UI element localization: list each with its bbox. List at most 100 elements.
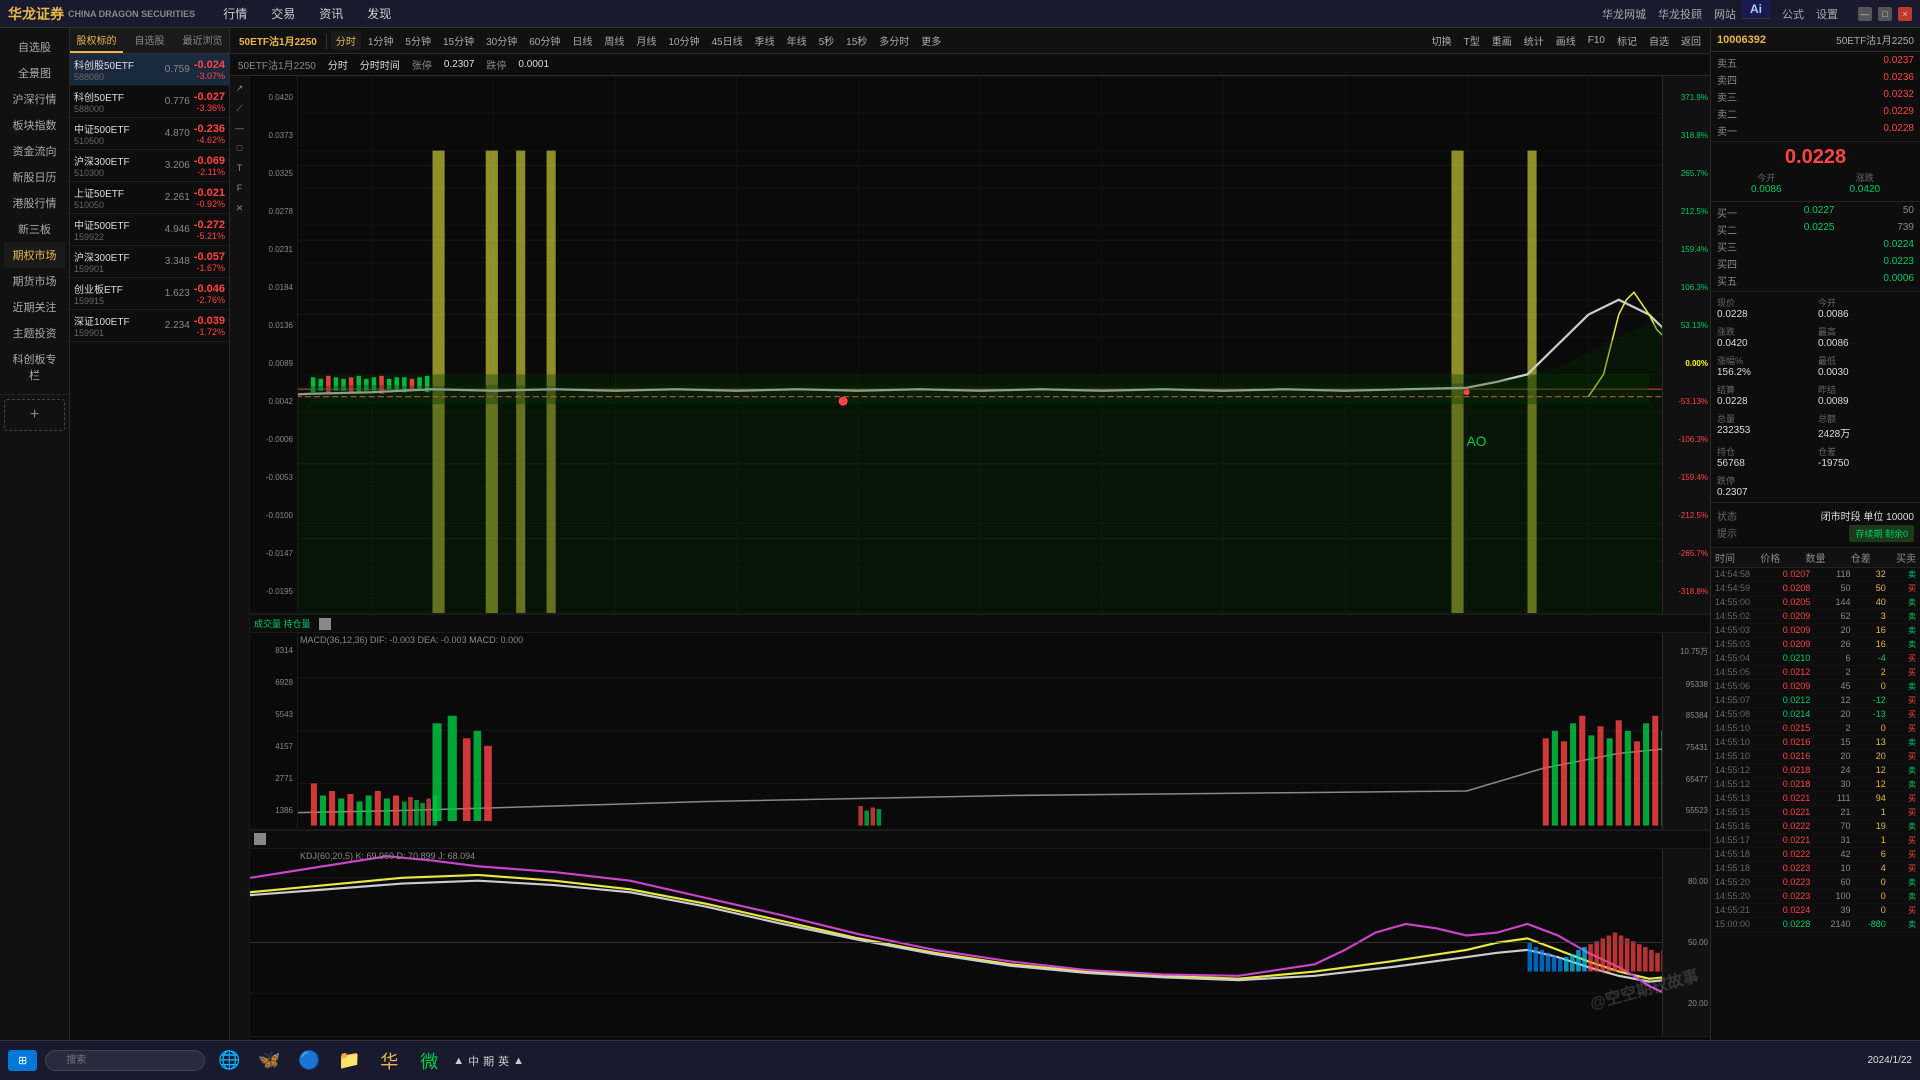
taskbar-app1[interactable]: 🦋 [253,1045,285,1077]
vol-label-green: 成交量 持仓量 [254,617,311,630]
draw-toolbar: ↗ ⟋ — □ T F ✕ [230,76,250,1056]
tb-f10[interactable]: F10 [1583,33,1610,48]
trade-row: 14:55:12 0.0218 24 12 卖 [1711,764,1920,778]
sidebar-add-button[interactable]: + [4,399,65,431]
app-logo: 华龙证券 CHINA DRAGON SECURITIES [8,4,195,24]
menu-website[interactable]: 网站 [1714,6,1736,22]
trade-row: 14:55:02 0.0209 62 3 卖 [1711,610,1920,624]
taskbar-wechat[interactable]: 微 [413,1045,445,1077]
ai-badge[interactable]: Ai [1742,0,1770,19]
stock-row-4[interactable]: 上证50ETF 510050 2.261 -0.021 -0.92% [70,182,229,214]
menu-item-discover[interactable]: 发现 [355,0,403,27]
sidebar-item-ipo[interactable]: 新股日历 [4,164,65,190]
tb-stats[interactable]: 统计 [1519,31,1549,50]
taskbar-edge[interactable]: 🔵 [293,1045,325,1077]
vol-close-btn[interactable]: × [319,618,331,630]
dt-rect[interactable]: □ [232,140,248,156]
tb-time-5s[interactable]: 5秒 [814,31,840,50]
taskbar-app2[interactable]: 华 [373,1045,405,1077]
buy-5-row: 买五 0.0006 [1711,272,1920,289]
kdj-svg [250,849,1710,1036]
dt-clear[interactable]: ✕ [232,200,248,216]
menu-formula[interactable]: 公式 [1782,6,1804,22]
sidebar-item-futures[interactable]: 期货市场 [4,268,65,294]
maximize-button[interactable]: □ [1878,7,1892,21]
menu-item-news[interactable]: 资讯 [307,0,355,27]
tab-recent-browse[interactable]: 最近浏览 [176,28,229,53]
dt-fib[interactable]: F [232,180,248,196]
tb-back[interactable]: 返回 [1676,31,1706,50]
taskbar-files[interactable]: 📁 [333,1045,365,1077]
sidebar-item-recent[interactable]: 近期关注 [4,294,65,320]
menu-hltg[interactable]: 华龙投顾 [1658,6,1702,22]
chart-info-bar: 50ETF沽1月2250 分时 分时时间 张停 0.2307 跌停 0.0001 [230,54,1710,76]
menu-item-market[interactable]: 行情 [211,0,259,27]
stock-row-1[interactable]: 科创50ETF 588000 0.776 -0.027 -3.36% [70,86,229,118]
tb-mark[interactable]: 标记 [1612,31,1642,50]
ci-change: 0.0001 [518,59,549,70]
tb-time-more[interactable]: 更多 [916,31,946,50]
tb-time-15m[interactable]: 15分钟 [438,31,479,50]
stock-row-5[interactable]: 中证500ETF 159922 4.946 -0.272 -5.21% [70,214,229,246]
sell-2-row: 卖二 0.0229 [1711,105,1920,122]
sidebar-item-neeq[interactable]: 新三板 [4,216,65,242]
tb-draw[interactable]: 画线 [1551,31,1581,50]
tb-time-1m[interactable]: 1分钟 [363,31,399,50]
sell-5-row: 卖五 0.0237 [1711,54,1920,71]
taskbar-search[interactable] [45,1050,205,1071]
sidebar-item-money[interactable]: 资金流向 [4,138,65,164]
tb-time-60m[interactable]: 60分钟 [524,31,565,50]
sidebar-item-hk[interactable]: 港股行情 [4,190,65,216]
sidebar-item-mystock[interactable]: 自选股 [4,34,65,60]
stock-row-2[interactable]: 中证500ETF 510500 4.870 -0.236 -4.62% [70,118,229,150]
stock-row-7[interactable]: 创业板ETF 159915 1.623 -0.046 -2.76% [70,278,229,310]
close-button[interactable]: × [1898,7,1912,21]
start-button[interactable]: ⊞ [8,1050,37,1071]
sys-icon-en[interactable]: 英 [498,1053,509,1069]
svg-text:AO: AO [1467,434,1487,449]
sidebar-item-star[interactable]: 科创板专栏 [4,346,65,388]
tb-time-weekly[interactable]: 周线 [599,31,629,50]
sidebar-item-theme[interactable]: 主题投资 [4,320,65,346]
menu-settings[interactable]: 设置 [1816,6,1838,22]
dt-arrow[interactable]: ↗ [232,80,248,96]
ci-change-label: 跌停 [486,57,506,72]
tb-time-30m[interactable]: 30分钟 [481,31,522,50]
tab-equity-underlying[interactable]: 股权标的 [70,28,123,53]
tb-time-monthly[interactable]: 月线 [631,31,661,50]
menu-hlwc[interactable]: 华龙网城 [1602,6,1646,22]
dt-text[interactable]: T [232,160,248,176]
stock-row-6[interactable]: 沪深300ETF 159901 3.348 -0.057 -1.67% [70,246,229,278]
dt-line[interactable]: ⟋ [232,100,248,116]
dt-hline[interactable]: — [232,120,248,136]
stock-row-3[interactable]: 沪深300ETF 510300 3.206 -0.069 -2.11% [70,150,229,182]
tb-switch[interactable]: 切换 [1427,31,1457,50]
trade-row: 14:54:59 0.0208 50 50 买 [1711,582,1920,596]
kdj-close-btn[interactable]: × [254,833,266,845]
sidebar-item-panorama[interactable]: 全景图 [4,60,65,86]
sys-icon-lang[interactable]: 中 [468,1053,479,1069]
stock-row-8[interactable]: 深证100ETF 159901 2.234 -0.039 -1.72% [70,310,229,342]
sidebar-item-sector[interactable]: 板块指数 [4,112,65,138]
sidebar-item-shsz[interactable]: 沪深行情 [4,86,65,112]
tb-time-season[interactable]: 季线 [750,31,780,50]
tb-time-10m[interactable]: 10分钟 [663,31,704,50]
tb-time-5m[interactable]: 5分钟 [400,31,436,50]
tb-redraw[interactable]: 重画 [1487,31,1517,50]
tb-t-shape[interactable]: T型 [1459,31,1485,50]
tab-my-stocks[interactable]: 自选股 [123,28,176,53]
trade-rows-container: 14:54:58 0.0207 118 32 卖 14:54:59 0.0208… [1711,568,1920,932]
tb-time-fenshi[interactable]: 分时 [331,31,361,50]
sidebar-item-options[interactable]: 期权市场 [4,242,65,268]
minimize-button[interactable]: — [1858,7,1872,21]
sys-icon-2: ▲ [513,1055,524,1067]
tb-time-multi[interactable]: 多分时 [874,31,914,50]
menu-item-trade[interactable]: 交易 [259,0,307,27]
tb-time-daily[interactable]: 日线 [567,31,597,50]
tb-time-15s[interactable]: 15秒 [841,31,872,50]
stock-row-0[interactable]: 科创股50ETF 588080 0.759 -0.024 -3.07% [70,54,229,86]
tb-time-45d[interactable]: 45日线 [706,31,747,50]
taskbar-browser[interactable]: 🌐 [213,1045,245,1077]
tb-time-year[interactable]: 年线 [782,31,812,50]
tb-mystock[interactable]: 自选 [1644,31,1674,50]
